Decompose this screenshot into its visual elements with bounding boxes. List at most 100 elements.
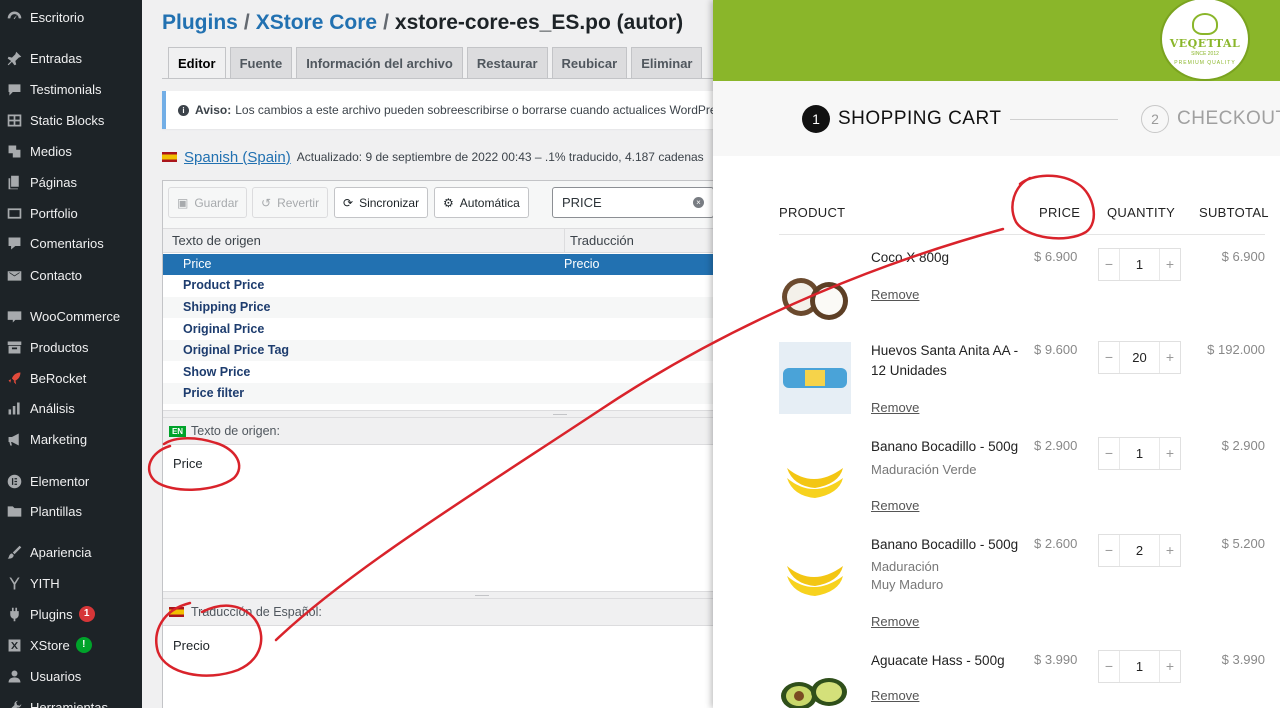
product-name[interactable]: Coco X 800g [871,248,1019,268]
sidebar-item-contacto[interactable]: Contacto [0,261,142,289]
search-input[interactable]: PRICE × [552,187,713,218]
sync-button[interactable]: ⟳ Sincronizar [334,187,429,218]
tab-fuente[interactable]: Fuente [229,47,293,78]
pane-resize-handle[interactable] [163,410,713,418]
product-name[interactable]: Banano Bocadillo - 500g [871,437,1019,457]
admin-sidebar: Escritorio Entradas Testimonials Static … [0,0,142,708]
quantity-stepper: −1 + [1098,437,1181,470]
remove-link[interactable]: Remove [871,498,919,513]
column-translation[interactable]: Traducción [570,233,634,248]
sidebar-item-apariencia[interactable]: Apariencia [0,538,142,566]
sidebar-item-label: Apariencia [30,544,92,560]
editor-panel: ▣ Guardar ↺ Revertir ⟳ Sincronizar ⚙ Automát… [162,180,713,708]
quantity-stepper: −1 + [1098,248,1181,281]
sidebar-item-escritorio[interactable]: Escritorio [0,3,142,31]
quantity-input[interactable]: 1 [1119,249,1160,280]
dashboard-icon [5,8,23,26]
sidebar-item-paginas[interactable]: Páginas [0,168,142,196]
product-name[interactable]: Aguacate Hass - 500g [871,651,1019,671]
update-notice: i Aviso: Los cambios a este archivo pued… [162,91,713,129]
sidebar-item-plugins[interactable]: Plugins 1 [0,600,142,628]
column-source[interactable]: Texto de origen [172,233,261,248]
breadcrumb-core-link[interactable]: XStore Core [256,11,377,34]
sidebar-item-label: Plantillas [30,503,83,519]
tab-informacion[interactable]: Información del archivo [296,47,463,78]
sidebar-item-medios[interactable]: Medios [0,137,142,165]
language-link[interactable]: Spanish (Spain) [184,149,291,166]
sidebar-item-woocommerce[interactable]: WooCommerce [0,302,142,330]
remove-link[interactable]: Remove [871,614,919,629]
woocommerce-icon [5,307,23,325]
media-icon [5,142,23,160]
save-button-label: Guardar [194,195,239,210]
sidebar-item-testimonials[interactable]: Testimonials [0,75,142,103]
quantity-plus-button[interactable]: + [1160,438,1180,469]
product-name[interactable]: Banano Bocadillo - 500g [871,535,1019,555]
row-source: Show Price [183,365,251,379]
sidebar-item-analisis[interactable]: Análisis [0,394,142,422]
quantity-plus-button[interactable]: + [1160,535,1180,566]
remove-link[interactable]: Remove [871,400,919,415]
table-row[interactable]: Price Precio [163,254,713,275]
sidebar-item-yith[interactable]: YITH [0,569,142,597]
table-row[interactable]: Show Price [163,362,713,383]
table-row[interactable]: Shipping Price [163,297,713,318]
store-logo[interactable]: VEQETTAL SINCE 2012 PREMIUM QUALITY [1160,0,1250,81]
revert-button[interactable]: ↺ Revertir [252,187,329,218]
sidebar-item-herramientas[interactable]: Herramientas [0,693,142,708]
tab-eliminar[interactable]: Eliminar [631,47,703,78]
step-shopping-cart[interactable]: 1 SHOPPING CART [802,105,1001,133]
quantity-input[interactable]: 20 [1119,342,1160,373]
quantity-minus-button[interactable]: − [1099,249,1119,280]
table-row[interactable]: Original Price [163,319,713,340]
remove-link[interactable]: Remove [871,688,919,703]
quantity-plus-button[interactable]: + [1160,651,1180,682]
tab-editor[interactable]: Editor [168,47,226,78]
quantity-minus-button[interactable]: − [1099,651,1119,682]
tab-reubicar[interactable]: Reubicar [551,47,628,78]
sidebar-item-marketing[interactable]: Marketing [0,425,142,453]
table-row[interactable]: Price filter [163,383,713,404]
quantity-input[interactable]: 2 [1119,535,1160,566]
quantity-plus-button[interactable]: + [1160,342,1180,373]
speech-bubble-icon [5,80,23,98]
megaphone-icon [5,430,23,448]
paintbrush-icon [5,543,23,561]
step-checkout[interactable]: 2 CHECKOUT [1141,105,1280,133]
xstore-icon [5,636,23,654]
sidebar-item-berocket[interactable]: BeRocket [0,364,142,392]
sidebar-item-elementor[interactable]: Elementor [0,467,142,495]
breadcrumb-plugins-link[interactable]: Plugins [162,11,238,34]
quantity-minus-button[interactable]: − [1099,438,1119,469]
sidebar-item-static-blocks[interactable]: Static Blocks [0,106,142,134]
quantity-stepper: −20 + [1098,341,1181,374]
quantity-input[interactable]: 1 [1119,438,1160,469]
sidebar-item-plantillas[interactable]: Plantillas [0,497,142,525]
tab-restaurar[interactable]: Restaurar [466,47,548,78]
quantity-input[interactable]: 1 [1119,651,1160,682]
auto-translate-button[interactable]: ⚙ Automática [434,187,529,218]
clear-search-icon[interactable]: × [693,197,704,208]
auto-button-label: Automática [459,195,520,210]
step-label: SHOPPING CART [838,108,1002,129]
sidebar-item-xstore[interactable]: XStore! [0,631,142,659]
sidebar-item-productos[interactable]: Productos [0,333,142,361]
sidebar-item-entradas[interactable]: Entradas [0,44,142,72]
sidebar-item-comentarios[interactable]: Comentarios [0,229,142,257]
quantity-plus-button[interactable]: + [1160,249,1180,280]
pane-resize-handle[interactable] [163,591,713,599]
remove-link[interactable]: Remove [871,287,919,302]
product-name[interactable]: Huevos Santa Anita AA - 12 Unidades [871,341,1019,381]
translation-textarea[interactable]: Precio [173,638,210,653]
column-price: PRICE [1039,205,1081,220]
sidebar-item-portfolio[interactable]: Portfolio [0,199,142,227]
sidebar-item-label: BeRocket [30,370,87,386]
row-source: Shipping Price [183,300,271,314]
table-row[interactable]: Product Price [163,275,713,296]
table-row[interactable]: Original Price Tag [163,340,713,361]
source-text-label: Texto de origen: [191,424,280,438]
save-button[interactable]: ▣ Guardar [168,187,248,218]
quantity-minus-button[interactable]: − [1099,342,1119,373]
sidebar-item-usuarios[interactable]: Usuarios [0,662,142,690]
quantity-minus-button[interactable]: − [1099,535,1119,566]
